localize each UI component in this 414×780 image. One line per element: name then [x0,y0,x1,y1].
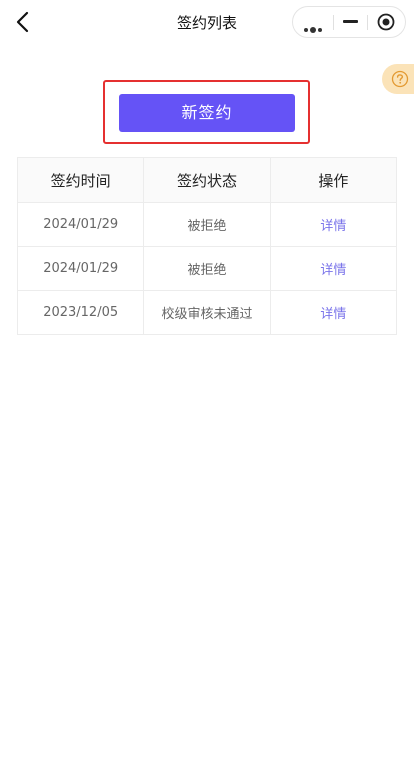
help-button[interactable] [382,64,414,94]
mini-program-capsule [292,6,406,38]
signing-time: 2024/01/29 [16,246,145,291]
column-header-action: 操作 [269,157,398,203]
table-row: 2024/01/29 被拒绝 详情 [16,202,398,247]
new-signing-button[interactable]: 新签约 [119,94,295,132]
more-button[interactable] [293,7,333,37]
signing-time: 2024/01/29 [16,202,145,247]
details-link[interactable]: 详情 [269,246,398,291]
signing-status: 校级审核未通过 [143,290,271,335]
minus-icon [343,20,358,23]
signing-status: 被拒绝 [143,246,271,291]
table-row: 2024/01/29 被拒绝 详情 [16,246,398,291]
minimize-button[interactable] [334,7,367,37]
details-link[interactable]: 详情 [269,202,398,247]
details-link[interactable]: 详情 [269,290,398,335]
close-button[interactable] [368,7,405,37]
target-circle-icon [377,13,395,31]
question-circle-icon [391,70,409,88]
table-header-row: 签约时间 签约状态 操作 [16,157,398,203]
column-header-time: 签约时间 [16,157,145,203]
navigation-bar: 签约列表 [0,0,414,44]
signing-status: 被拒绝 [143,202,271,247]
signing-time: 2023/12/05 [16,290,145,335]
table-row: 2023/12/05 校级审核未通过 详情 [16,290,398,335]
signing-table: 签约时间 签约状态 操作 2024/01/29 被拒绝 详情 2024/01/2… [16,157,398,335]
more-dots-icon [304,19,324,38]
column-header-status: 签约状态 [143,157,271,203]
